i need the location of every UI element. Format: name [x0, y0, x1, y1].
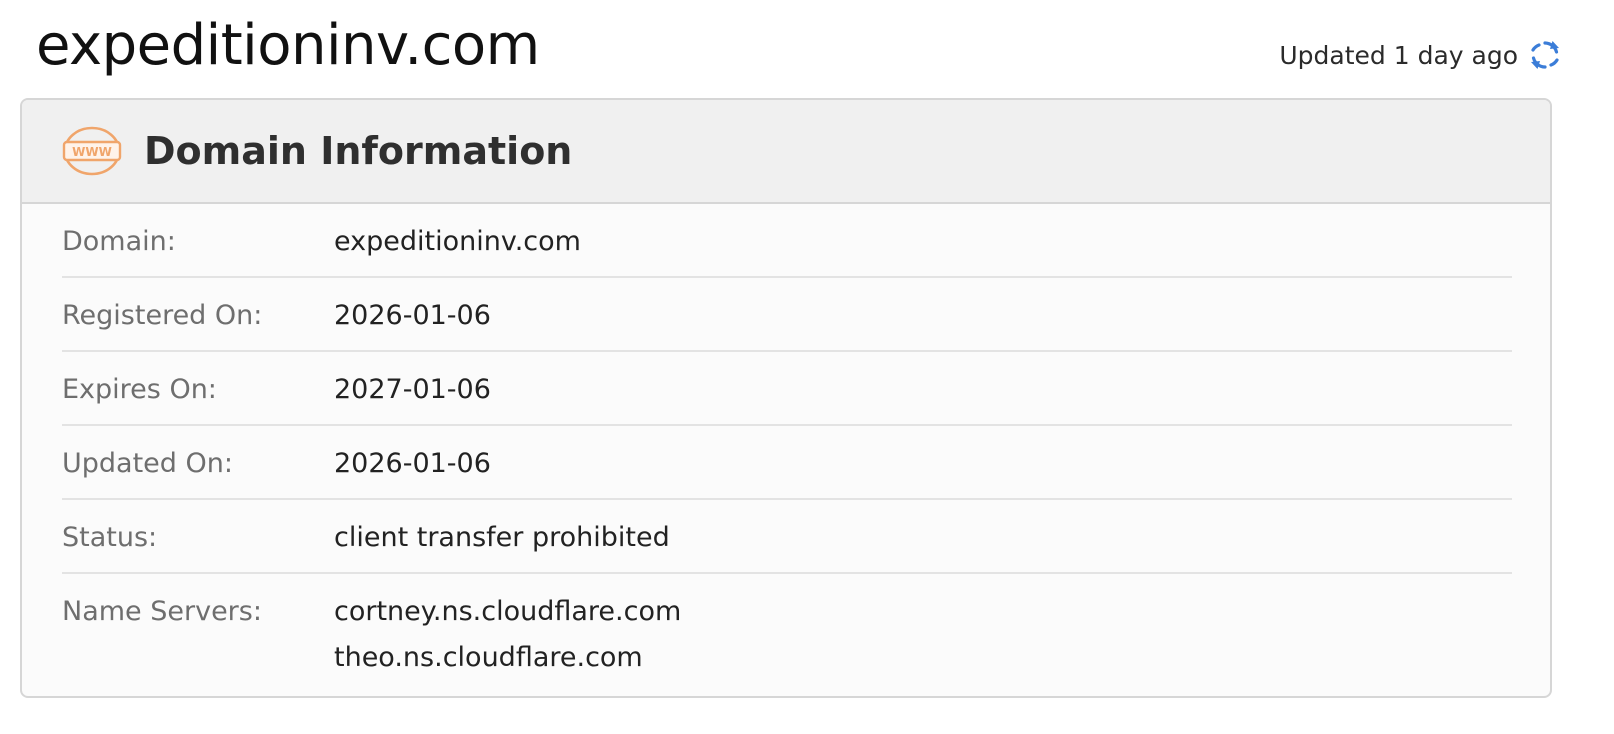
- row-status: Status: client transfer prohibited: [62, 500, 1512, 574]
- row-name-servers: Name Servers: cortney.ns.cloudflare.com …: [62, 574, 1512, 679]
- refresh-icon[interactable]: [1528, 38, 1562, 72]
- row-value: 2026-01-06: [334, 300, 491, 331]
- row-label: Status:: [62, 522, 158, 553]
- card-title: Domain Information: [144, 129, 573, 173]
- row-label: Registered On:: [62, 300, 263, 331]
- row-registered-on: Registered On: 2026-01-06: [62, 278, 1512, 352]
- name-server: cortney.ns.cloudflare.com: [334, 596, 682, 627]
- row-label: Domain:: [62, 226, 176, 257]
- row-expires-on: Expires On: 2027-01-06: [62, 352, 1512, 426]
- card-header: WWW Domain Information: [22, 100, 1550, 204]
- row-updated-on: Updated On: 2026-01-06: [62, 426, 1512, 500]
- row-value: 2026-01-06: [334, 448, 491, 479]
- row-label: Updated On:: [62, 448, 233, 479]
- row-label: Name Servers:: [62, 596, 262, 627]
- row-label: Expires On:: [62, 374, 217, 405]
- page-title: expeditioninv.com: [36, 13, 540, 78]
- row-value: expeditioninv.com: [334, 226, 581, 257]
- row-value: 2027-01-06: [334, 374, 491, 405]
- name-server: theo.ns.cloudflare.com: [334, 642, 643, 673]
- updated-text: Updated 1 day ago: [1279, 40, 1518, 70]
- svg-text:WWW: WWW: [72, 145, 112, 159]
- updated-status: Updated 1 day ago: [1279, 38, 1562, 72]
- domain-information-card: WWW Domain Information Domain: expeditio…: [20, 98, 1552, 698]
- info-rows: Domain: expeditioninv.com Registered On:…: [62, 204, 1512, 679]
- row-domain: Domain: expeditioninv.com: [62, 204, 1512, 278]
- row-value: client transfer prohibited: [334, 522, 670, 553]
- www-icon: WWW: [62, 125, 122, 177]
- name-servers-list: cortney.ns.cloudflare.com theo.ns.cloudf…: [334, 594, 681, 679]
